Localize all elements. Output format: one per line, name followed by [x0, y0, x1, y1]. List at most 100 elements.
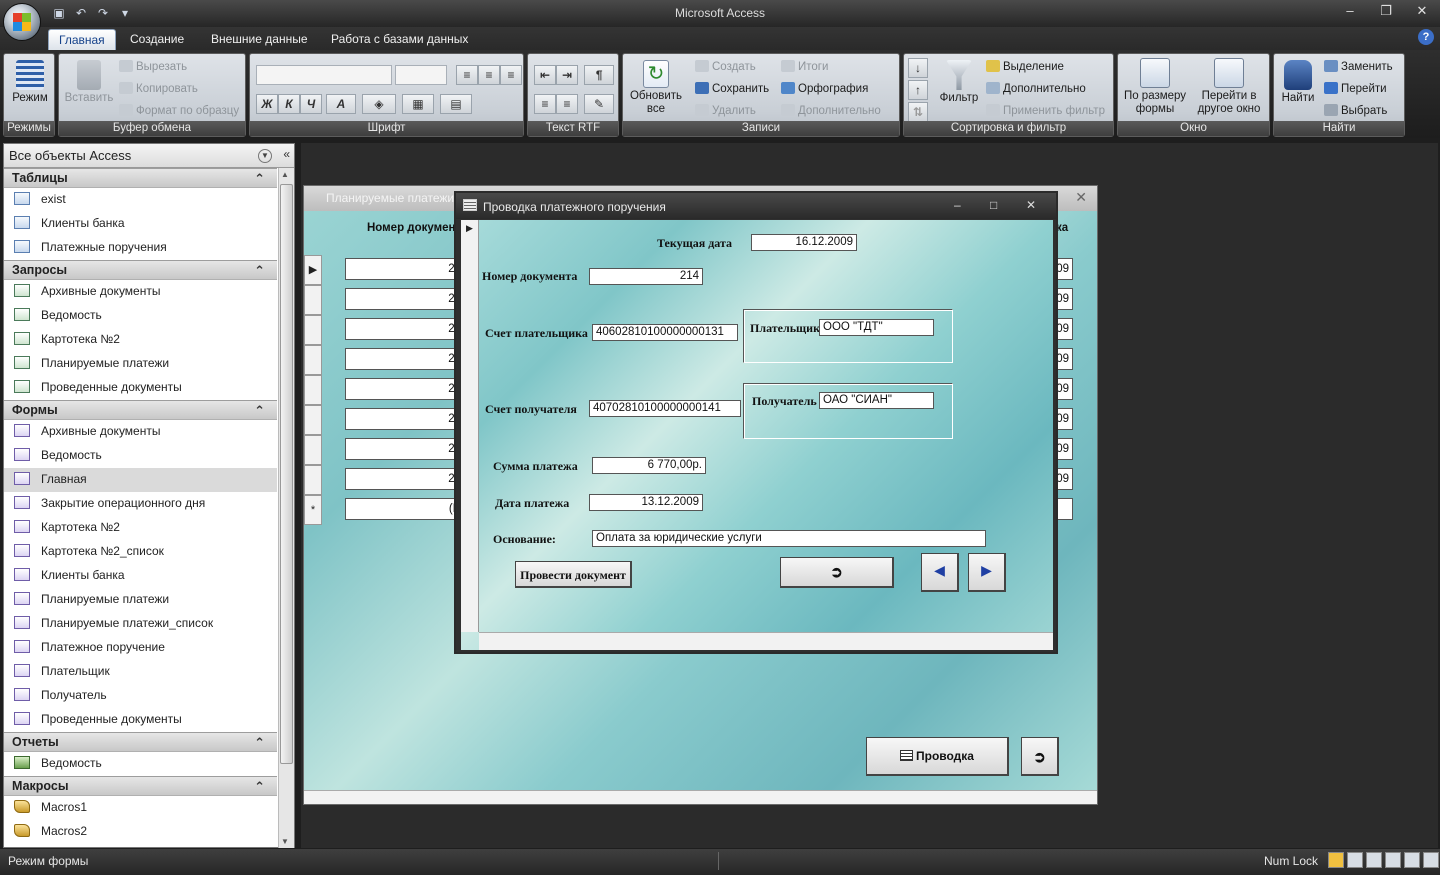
row-selector[interactable] — [304, 315, 322, 345]
selection-button[interactable]: Выделение — [986, 60, 1064, 73]
align-right-icon[interactable]: ≡ — [500, 65, 522, 85]
nav-item[interactable]: Архивные документы — [4, 280, 277, 304]
sort-desc-icon[interactable]: ↑ — [908, 80, 928, 100]
find-button[interactable]: Найти — [1276, 60, 1320, 104]
nav-item[interactable]: Проведенные документы — [4, 376, 277, 400]
italic-icon[interactable]: К — [278, 94, 300, 114]
records-more-button[interactable]: Дополнительно — [781, 104, 881, 117]
row-selector[interactable] — [304, 435, 322, 465]
recipient-field[interactable]: ОАО "СИАН" — [819, 392, 934, 409]
switch-window-button[interactable]: Перейти в другое окно — [1190, 58, 1268, 116]
planned-payments-close-icon[interactable]: ✕ — [1075, 189, 1087, 206]
current-date-field[interactable]: 16.12.2009 — [751, 234, 857, 251]
layout-view-icon[interactable] — [1404, 852, 1420, 868]
post-document-button[interactable]: Провести документ — [515, 561, 632, 588]
scroll-up-icon[interactable]: ▲ — [281, 170, 289, 179]
tab-external-data[interactable]: Внешние данные — [201, 29, 318, 50]
nav-section-header[interactable]: Отчеты ⌃ — [4, 732, 277, 752]
font-color-icon[interactable]: A — [326, 94, 356, 114]
close-icon[interactable]: ✕ — [1404, 0, 1440, 22]
nav-item[interactable]: Закрытие операционного дня — [4, 492, 277, 516]
dialog-minimize-icon[interactable]: – — [954, 198, 961, 212]
paragraph-icon[interactable]: ¶ — [584, 65, 614, 85]
datasheet-view-icon[interactable] — [1347, 852, 1363, 868]
collapse-chevron-icon[interactable]: ⌃ — [254, 403, 265, 419]
next-record-button[interactable]: ▶ — [968, 553, 1006, 592]
nav-item[interactable]: Платежное поручение — [4, 636, 277, 660]
replace-button[interactable]: Заменить — [1324, 60, 1393, 73]
totals-button[interactable]: Итоги — [781, 60, 828, 73]
spelling-button[interactable]: Орфография — [781, 82, 868, 95]
doc-number-cell[interactable]: 21 — [345, 258, 465, 280]
pivot-chart-icon[interactable] — [1385, 852, 1401, 868]
row-selector[interactable] — [304, 465, 322, 495]
exit-button[interactable]: ➲ — [1021, 737, 1059, 776]
apply-filter-button[interactable]: Применить фильтр — [986, 104, 1105, 117]
row-selector[interactable] — [304, 345, 322, 375]
nav-item[interactable]: Клиенты банка — [4, 212, 277, 236]
nav-item[interactable]: Картотека №2_список — [4, 540, 277, 564]
scroll-down-icon[interactable]: ▼ — [281, 837, 289, 846]
nav-item[interactable]: Ведомость — [4, 444, 277, 468]
form-view-icon[interactable] — [1328, 852, 1344, 868]
doc-number-cell[interactable]: 20 — [345, 468, 465, 490]
indent-increase-icon[interactable]: ⇥ — [556, 65, 578, 85]
filter-button[interactable]: Фильтр — [934, 60, 984, 104]
nav-section-header[interactable]: Запросы ⌃ — [4, 260, 277, 280]
posting-dialog-titlebar[interactable]: Проводка платежного поручения – □ ✕ — [456, 193, 1056, 219]
cut-button[interactable]: Вырезать — [119, 60, 187, 73]
redo-icon[interactable]: ↷ — [94, 5, 112, 21]
numbering-icon[interactable]: ≡ — [534, 94, 556, 114]
dialog-maximize-icon[interactable]: □ — [990, 198, 997, 212]
nav-item[interactable]: Планируемые платежи — [4, 588, 277, 612]
prev-record-button[interactable]: ◀ — [921, 553, 959, 592]
indent-decrease-icon[interactable]: ⇤ — [534, 65, 556, 85]
collapse-chevron-icon[interactable]: ⌃ — [254, 171, 265, 187]
nav-item[interactable]: Платежные поручения — [4, 236, 277, 260]
nav-item[interactable]: exist — [4, 188, 277, 212]
nav-item[interactable]: Картотека №2 — [4, 328, 277, 352]
close-form-button[interactable]: ➲ — [780, 557, 894, 588]
nav-section-header[interactable]: Макросы ⌃ — [4, 776, 277, 796]
row-selector[interactable] — [304, 375, 322, 405]
row-selector[interactable] — [304, 405, 322, 435]
underline-icon[interactable]: Ч — [300, 94, 322, 114]
nav-item[interactable]: Получатель — [4, 684, 277, 708]
record-selector[interactable]: ▶ — [461, 220, 479, 632]
copy-button[interactable]: Копировать — [119, 82, 198, 95]
tab-create[interactable]: Создание — [120, 29, 194, 50]
goto-button[interactable]: Перейти — [1324, 82, 1387, 95]
collapse-chevron-icon[interactable]: ⌃ — [254, 263, 265, 279]
payer-account-field[interactable]: 40602810100000000131 — [592, 324, 738, 341]
nav-pane-header[interactable]: Все объекты Access ▼ « — [4, 144, 294, 168]
refresh-all-button[interactable]: ↻ Обновить все — [625, 60, 687, 116]
bold-icon[interactable]: Ж — [256, 94, 278, 114]
alt-fill-icon[interactable]: ▤ — [440, 94, 472, 114]
doc-number-cell[interactable]: 22 — [345, 378, 465, 400]
doc-number-cell[interactable]: 22 — [345, 318, 465, 340]
row-selector[interactable] — [304, 285, 322, 315]
sort-asc-icon[interactable]: ↓ — [908, 58, 928, 78]
delete-record-button[interactable]: Удалить — [695, 104, 756, 117]
advanced-filter-button[interactable]: Дополнительно — [986, 82, 1086, 95]
doc-number-cell[interactable]: 22 — [345, 348, 465, 370]
doc-number-cell[interactable]: 20 — [345, 438, 465, 460]
doc-number-cell[interactable]: (N — [345, 498, 465, 520]
post-button[interactable]: Проводка — [866, 737, 1009, 776]
nav-item[interactable]: Macros1 — [4, 796, 277, 820]
paste-button[interactable]: Вставить — [63, 60, 115, 104]
nav-item[interactable]: Ведомость — [4, 752, 277, 776]
nav-scrollbar[interactable]: ▲ ▼ — [278, 168, 294, 848]
collapse-chevron-icon[interactable]: ⌃ — [254, 735, 265, 751]
bullets-icon[interactable]: ≡ — [556, 94, 578, 114]
align-center-icon[interactable]: ≡ — [478, 65, 500, 85]
doc-number-field[interactable]: 214 — [589, 268, 703, 285]
nav-item[interactable]: Плательщик — [4, 660, 277, 684]
recipient-account-field[interactable]: 40702810100000000141 — [589, 400, 741, 417]
payer-field[interactable]: ООО "ТДТ" — [819, 319, 934, 336]
help-icon[interactable]: ? — [1418, 29, 1434, 45]
basis-field[interactable]: Оплата за юридические услуги — [592, 530, 986, 547]
doc-number-cell[interactable]: 22 — [345, 288, 465, 310]
nav-item[interactable]: Архивные документы — [4, 420, 277, 444]
font-size-combo[interactable] — [395, 65, 447, 85]
